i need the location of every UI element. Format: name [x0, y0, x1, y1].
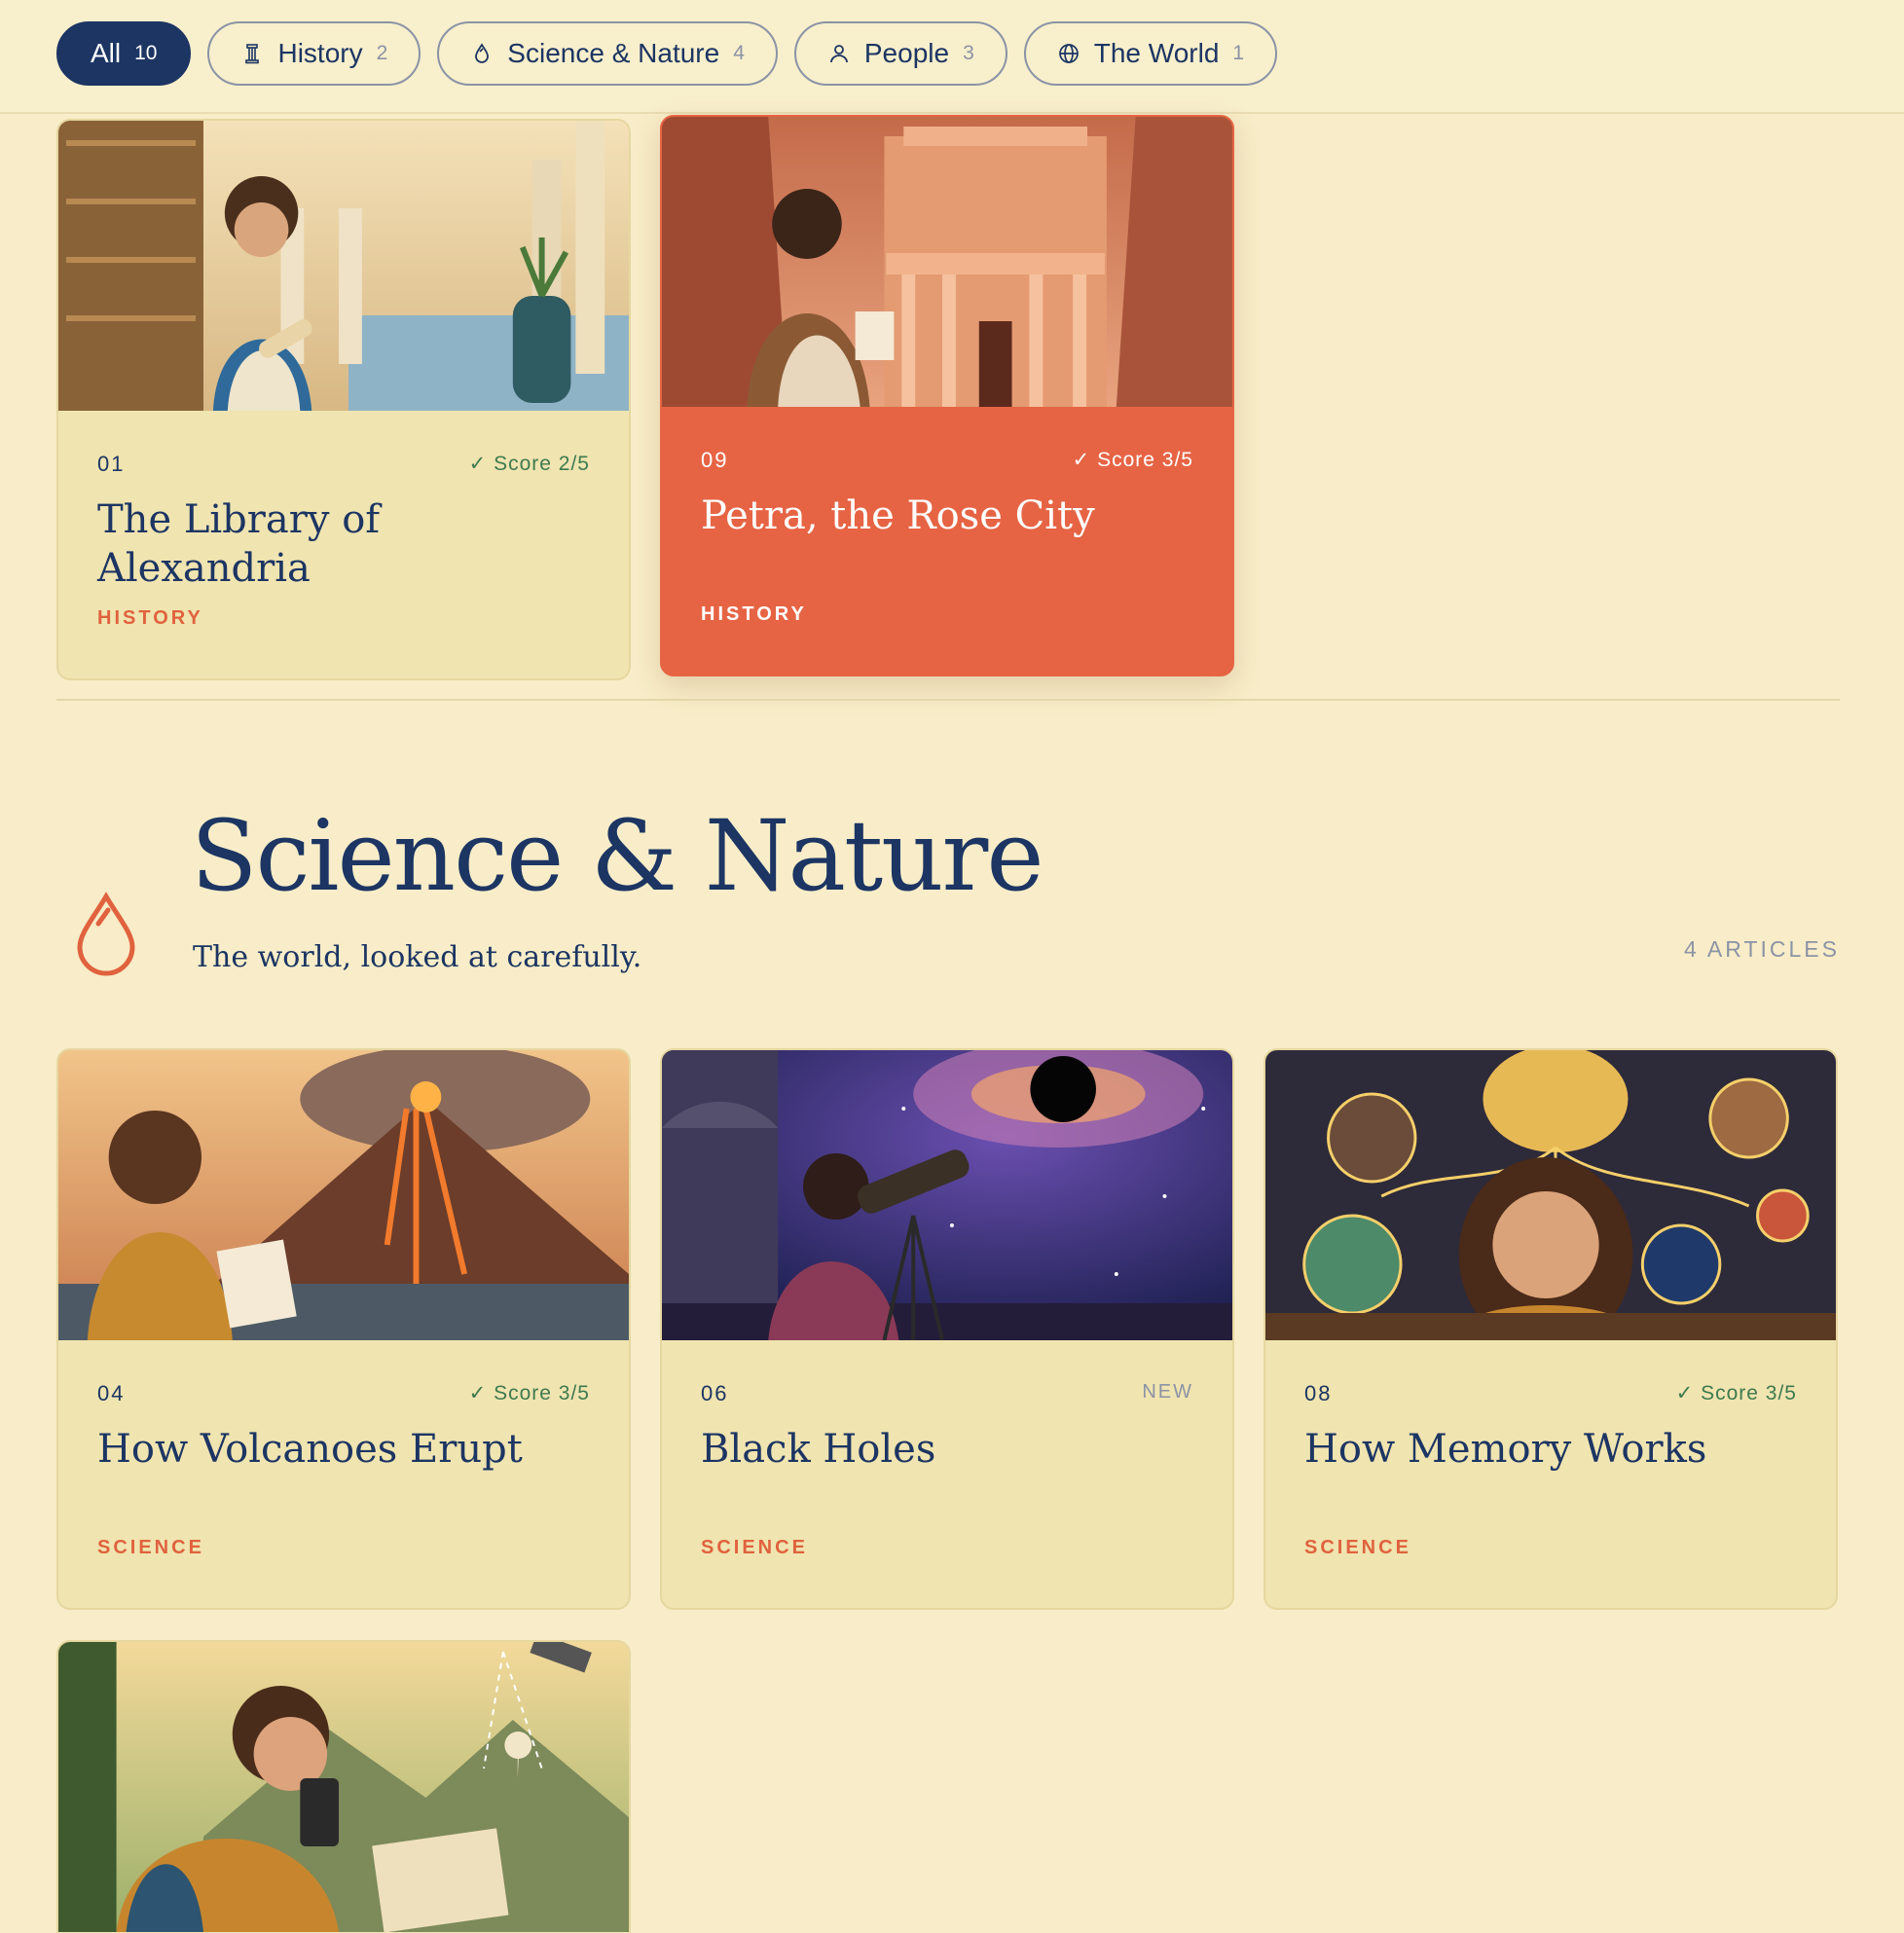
article-category: SCIENCE: [1304, 1537, 1411, 1558]
article-illustration: [662, 117, 1232, 407]
filter-chip-people[interactable]: People 3: [793, 21, 1007, 86]
filter-chip-count: 1: [1232, 42, 1245, 64]
article-card-black-holes[interactable]: 06 NEW Black Holes SCIENCE: [660, 1048, 1234, 1610]
article-score: ✓ Score 3/5: [1675, 1382, 1797, 1404]
article-illustration: [58, 121, 629, 411]
filter-chip-label: History: [277, 38, 363, 68]
article-score: ✓ Score 2/5: [468, 453, 590, 475]
section-divider: [56, 699, 1840, 701]
filter-chip-label: All: [91, 38, 122, 68]
article-title: The Library of Alexandria: [97, 497, 381, 591]
new-badge: NEW: [1142, 1381, 1193, 1403]
article-category: HISTORY: [97, 607, 203, 629]
filter-chip-history[interactable]: History 2: [207, 21, 421, 86]
article-title: How Volcanoes Erupt: [97, 1427, 523, 1472]
filter-chip-world[interactable]: The World 1: [1023, 21, 1278, 86]
filter-chip-count: 2: [376, 42, 388, 64]
article-card-partial[interactable]: [56, 1640, 631, 1933]
article-score: ✓ Score 3/5: [468, 1382, 590, 1404]
article-card-petra[interactable]: 09 ✓ Score 3/5 Petra, the Rose City HIST…: [660, 115, 1234, 676]
article-count: 4 ARTICLES: [1684, 936, 1840, 962]
article-card-memory[interactable]: 08 ✓ Score 3/5 How Memory Works SCIENCE: [1263, 1048, 1838, 1610]
article-number: 04: [97, 1381, 126, 1405]
article-title: Black Holes: [701, 1427, 936, 1472]
section-title: Science & Nature: [191, 799, 1044, 913]
column-icon: [240, 42, 264, 65]
filter-chip-science[interactable]: Science & Nature 4: [437, 21, 778, 86]
article-category: SCIENCE: [701, 1537, 808, 1558]
person-icon: [827, 42, 851, 65]
article-number: 01: [97, 452, 126, 476]
article-title: How Memory Works: [1304, 1427, 1707, 1472]
section-subtitle: The world, looked at carefully.: [193, 940, 642, 974]
filter-bar: All 10 History 2 Science & Nature 4 Peop…: [0, 0, 1904, 114]
article-illustration: [58, 1642, 629, 1932]
filter-chip-count: 10: [134, 42, 158, 64]
article-card-volcanoes[interactable]: 04 ✓ Score 3/5 How Volcanoes Erupt SCIEN…: [56, 1048, 631, 1610]
article-title: Petra, the Rose City: [701, 493, 1095, 538]
filter-chip-all[interactable]: All 10: [56, 21, 192, 86]
article-number: 09: [701, 448, 729, 472]
filter-chip-count: 4: [733, 42, 745, 64]
drop-icon: [470, 42, 494, 65]
article-illustration: [58, 1050, 629, 1340]
filter-chip-label: Science & Nature: [507, 38, 720, 68]
globe-icon: [1057, 42, 1080, 65]
article-illustration: [662, 1050, 1232, 1340]
filter-chip-label: The World: [1093, 38, 1220, 68]
article-score: ✓ Score 3/5: [1072, 449, 1193, 471]
filter-chips: All 10 History 2 Science & Nature 4 Peop…: [56, 21, 1278, 86]
article-number: 08: [1304, 1381, 1333, 1405]
drop-icon: [72, 891, 140, 976]
article-category: SCIENCE: [97, 1537, 204, 1558]
filter-chip-count: 3: [963, 42, 974, 64]
article-card-library-of-alexandria[interactable]: 01 ✓ Score 2/5 The Library of Alexandria…: [56, 119, 631, 680]
article-category: HISTORY: [701, 603, 807, 625]
article-number: 06: [701, 1381, 729, 1405]
article-illustration: [1265, 1050, 1836, 1340]
filter-chip-label: People: [863, 38, 950, 68]
